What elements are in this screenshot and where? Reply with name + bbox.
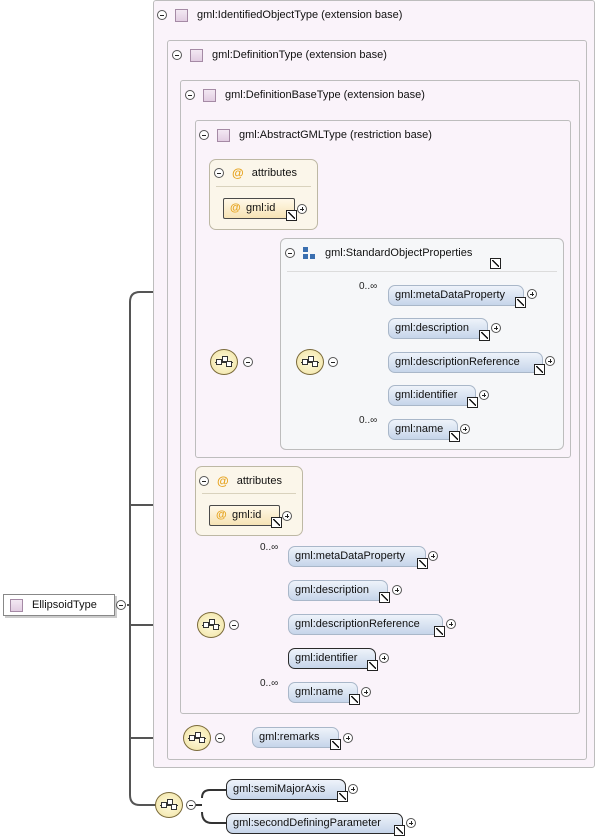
minus-circle-icon[interactable] [229,620,239,630]
collapse-toggle[interactable] [199,130,209,140]
sequence-compositor-icon[interactable] [183,725,211,751]
reference-arrow-icon[interactable] [417,558,428,569]
reference-arrow-icon[interactable] [286,210,297,221]
reference-arrow-icon[interactable] [367,660,378,671]
occurrence-label: 0..∞ [359,281,378,292]
reference-arrow-icon[interactable] [467,397,478,408]
attributes-group: @ attributes @ gml:id [195,466,303,536]
reference-arrow-icon[interactable] [330,739,341,750]
element-description-reference[interactable]: gml:descriptionReference [288,614,445,637]
complex-type-icon [190,48,203,62]
element-identifier[interactable]: gml:identifier [288,648,378,671]
element-second-defining-parameter[interactable]: gml:secondDefiningParameter [226,813,405,836]
reference-arrow-icon[interactable] [271,517,282,528]
complex-type-icon [217,128,230,142]
element-description[interactable]: gml:description [388,318,490,341]
frame-title: gml:AbstractGMLType (restriction base) [239,129,432,141]
frame-title: gml:DefinitionBaseType (extension base) [225,89,425,101]
element-description[interactable]: gml:description [288,580,390,603]
reference-arrow-icon[interactable] [490,258,501,269]
element-semi-major-axis[interactable]: gml:semiMajorAxis [226,779,348,802]
group-title: gml:StandardObjectProperties [325,247,473,259]
attributes-label: attributes [251,167,297,179]
minus-circle-icon[interactable] [243,357,253,367]
plus-circle-icon[interactable] [460,424,470,434]
sequence-compositor-icon[interactable] [197,612,225,638]
at-sign-icon: @ [230,202,241,214]
reference-arrow-icon[interactable] [349,694,360,705]
minus-circle-icon[interactable] [116,600,126,610]
collapse-toggle[interactable] [214,168,224,178]
sequence-compositor-icon[interactable] [210,349,238,375]
sequence-compositor-icon[interactable] [155,792,183,818]
plus-circle-icon[interactable] [545,356,555,366]
plus-circle-icon[interactable] [491,323,501,333]
collapse-toggle[interactable] [185,90,195,100]
plus-circle-icon[interactable] [361,687,371,697]
frame-title: gml:IdentifiedObjectType (extension base… [197,9,403,21]
occurrence-label: 0..∞ [359,415,378,426]
occurrence-label: 0..∞ [260,542,279,553]
minus-circle-icon[interactable] [328,357,338,367]
reference-arrow-icon[interactable] [515,297,526,308]
element-name[interactable]: gml:name [288,682,360,705]
attributes-label: attributes [236,475,282,487]
plus-circle-icon[interactable] [392,585,402,595]
reference-arrow-icon[interactable] [379,592,390,603]
minus-circle-icon[interactable] [215,733,225,743]
plus-circle-icon[interactable] [446,619,456,629]
element-identifier[interactable]: gml:identifier [388,385,478,408]
complex-type-icon [10,598,23,612]
element-name[interactable]: gml:name [388,419,460,442]
model-group-icon [303,246,316,260]
collapse-toggle[interactable] [285,248,295,258]
complex-type-icon [175,8,188,22]
minus-circle-icon[interactable] [186,800,196,810]
plus-circle-icon[interactable] [428,551,438,561]
collapse-toggle[interactable] [172,50,182,60]
plus-circle-icon[interactable] [406,818,416,828]
plus-circle-icon[interactable] [343,733,353,743]
plus-circle-icon[interactable] [479,390,489,400]
reference-arrow-icon[interactable] [337,791,348,802]
plus-circle-icon[interactable] [527,289,537,299]
collapse-toggle[interactable] [199,476,209,486]
at-sign-icon: @ [232,166,244,180]
element-meta-data-property[interactable]: gml:metaDataProperty [388,285,526,308]
at-sign-icon: @ [217,474,229,488]
reference-arrow-icon[interactable] [449,431,460,442]
plus-circle-icon[interactable] [379,653,389,663]
reference-arrow-icon[interactable] [394,825,405,836]
at-sign-icon: @ [216,509,227,521]
attribute-gml-id[interactable]: @ gml:id [209,505,282,528]
root-type-ellipsoid[interactable]: EllipsoidType [3,594,115,616]
occurrence-label: 0..∞ [260,678,279,689]
element-description-reference[interactable]: gml:descriptionReference [388,352,545,375]
frame-title: gml:DefinitionType (extension base) [212,49,387,61]
reference-arrow-icon[interactable] [434,626,445,637]
attributes-group: @ attributes @ gml:id [209,159,318,230]
sequence-compositor-icon[interactable] [296,349,324,375]
reference-arrow-icon[interactable] [534,364,545,375]
plus-circle-icon[interactable] [282,511,292,521]
attribute-gml-id[interactable]: @ gml:id [223,198,297,221]
plus-circle-icon[interactable] [297,204,307,214]
plus-circle-icon[interactable] [348,784,358,794]
complex-type-icon [203,88,216,102]
element-remarks[interactable]: gml:remarks [252,727,341,750]
collapse-toggle[interactable] [157,10,167,20]
element-meta-data-property[interactable]: gml:metaDataProperty [288,546,428,569]
reference-arrow-icon[interactable] [479,330,490,341]
